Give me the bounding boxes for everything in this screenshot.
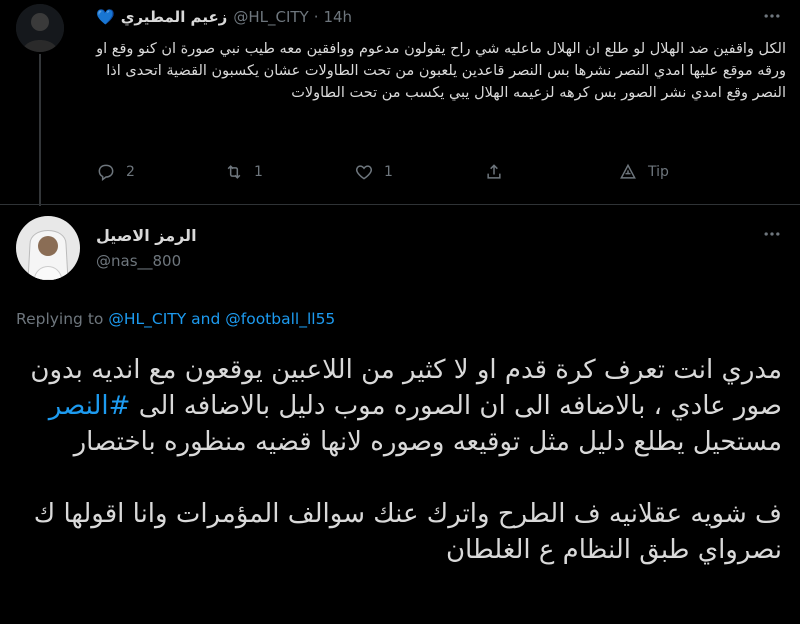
reply-button[interactable]: 2 [96, 162, 135, 182]
reply-text-part1: مدري انت تعرف كرة قدم او لا كثير من اللا… [30, 355, 782, 421]
replying-to-user2[interactable]: @football_ll55 [225, 310, 335, 328]
parent-tweet-text: الكل واقفين ضد الهلال لو طلع ان الهلال م… [96, 41, 786, 101]
reply-text-part2: مستحيل يطلع دليل مثل توقيعه وصوره لانها … [33, 427, 782, 565]
tweet-divider [0, 204, 800, 205]
parent-actions: 2 1 1 Tip [96, 160, 696, 186]
parent-avatar[interactable] [16, 4, 64, 52]
reply-tweet-text: مدري انت تعرف كرة قدم او لا كثير من اللا… [14, 352, 782, 568]
replying-to-prefix: Replying to [16, 310, 104, 328]
more-icon [764, 232, 780, 236]
reply-icon [98, 164, 114, 181]
tip-label: Tip [648, 164, 669, 180]
tip-button[interactable]: Tip [618, 162, 669, 182]
like-count: 1 [384, 164, 393, 180]
reply-display-name[interactable]: الرمز الاصيل [96, 226, 296, 245]
parent-avatar-image [16, 4, 64, 52]
like-button[interactable]: 1 [354, 162, 393, 182]
more-icon [764, 14, 780, 18]
retweet-count: 1 [254, 164, 263, 180]
reply-count: 2 [126, 164, 135, 180]
parent-time[interactable]: 14h [323, 8, 352, 26]
parent-handle[interactable]: @HL_CITY [233, 8, 308, 26]
verified-heart-icon: 💙 [96, 8, 115, 26]
share-icon [487, 164, 501, 179]
thread-line [39, 54, 41, 206]
parent-more-button[interactable] [762, 6, 782, 30]
retweet-icon [227, 165, 241, 179]
replying-to-user1[interactable]: @HL_CITY [108, 310, 186, 328]
share-button[interactable] [484, 162, 504, 182]
heart-icon [355, 165, 373, 180]
reply-handle[interactable]: @nas__800 [96, 252, 181, 270]
reply-more-button[interactable] [762, 224, 782, 248]
parent-dot: · [313, 8, 319, 26]
reply-avatar[interactable] [16, 216, 80, 280]
tip-icon [620, 163, 636, 179]
reply-avatar-image [16, 216, 80, 280]
parent-header: 💙 زعيم المطيري @HL_CITY · 14h [96, 6, 776, 28]
retweet-button[interactable]: 1 [224, 162, 263, 182]
replying-to: Replying to @HL_CITY and @football_ll55 [16, 310, 335, 328]
hashtag-link[interactable]: #النصر [49, 391, 131, 421]
replying-to-and: and [191, 310, 221, 328]
parent-display-name[interactable]: زعيم المطيري [121, 8, 228, 26]
